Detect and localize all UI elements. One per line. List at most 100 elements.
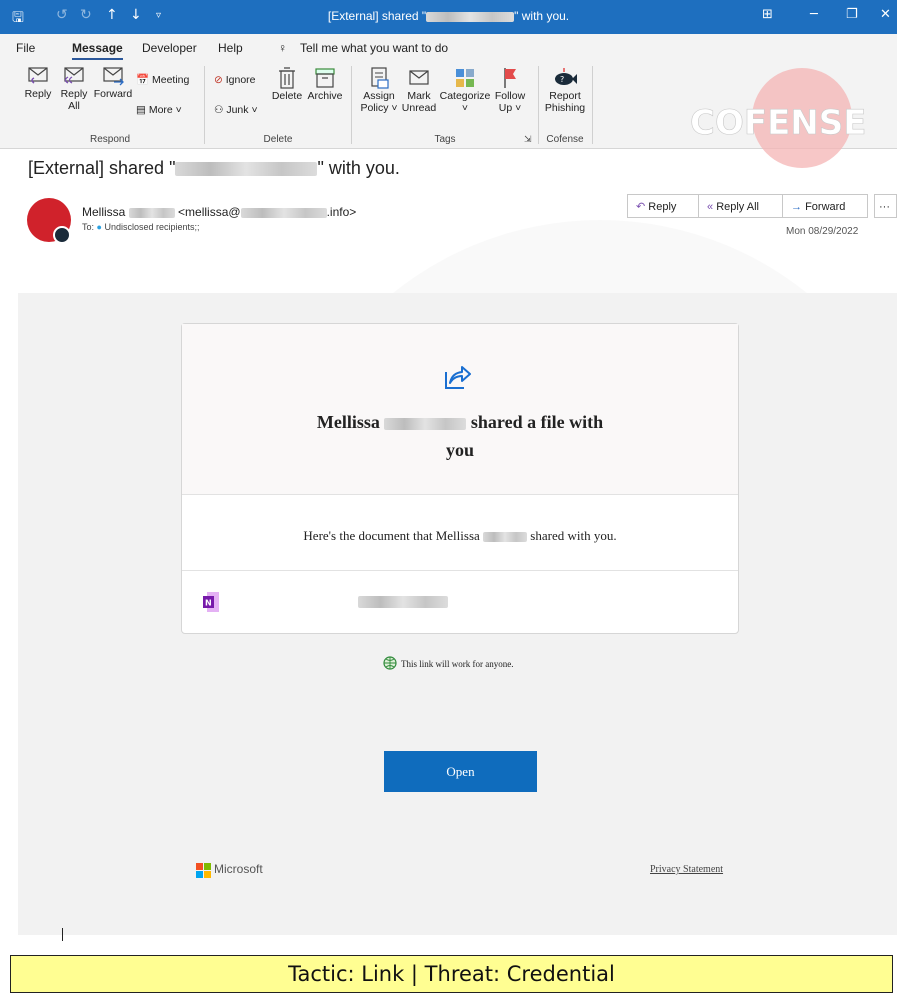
cofense-logo-text: COFENSE: [690, 103, 866, 143]
menu-bar: File Message Developer Help ♀ Tell me wh…: [0, 34, 897, 60]
delete-button[interactable]: Delete: [270, 66, 304, 102]
dialog-launcher-icon[interactable]: ⇲: [524, 134, 532, 145]
more-actions-button[interactable]: ···: [874, 194, 897, 218]
sender-email-suffix: .info>: [326, 205, 357, 219]
ignore-button[interactable]: ⊘ Ignore: [214, 74, 256, 86]
report-phishing-label: Report Phishing: [544, 90, 586, 114]
more-actions-icon: ···: [879, 201, 890, 213]
forward-label: Forward: [93, 88, 133, 100]
assign-policy-button[interactable]: Assign Policy ˅: [358, 66, 400, 114]
forward-action-button[interactable]: → Forward: [782, 194, 868, 218]
cofense-logo-mark: COFENSE: [690, 68, 867, 168]
forward-button[interactable]: Forward: [92, 66, 134, 100]
reply-button[interactable]: Reply: [20, 66, 56, 100]
categorize-label: Categorize ˅: [439, 90, 491, 114]
reply-arrow-icon: ↶: [636, 201, 646, 213]
redacted-block: [483, 532, 528, 543]
heading-line2: you: [445, 440, 474, 460]
reply-all-icon: [64, 67, 84, 84]
window-title-prefix: [External] shared ": [327, 9, 427, 23]
subject-prefix: [External] shared ": [28, 158, 176, 178]
envelope-icon: [409, 70, 429, 85]
recipient-dot-icon: ●: [96, 222, 102, 232]
trash-icon: [279, 67, 295, 89]
report-phishing-button[interactable]: ? Report Phishing: [542, 66, 588, 114]
reply-all-button[interactable]: Reply All: [56, 66, 92, 112]
archive-icon: [315, 68, 335, 88]
reply-all-label: Reply All: [60, 88, 88, 112]
redacted-block: [384, 417, 467, 430]
forward-action-label: Forward: [805, 201, 846, 213]
recipients-value: Undisclosed recipients;;: [104, 222, 200, 232]
ribbon-separator: [204, 66, 205, 144]
mark-unread-button[interactable]: Mark Unread: [400, 66, 438, 114]
more-icon: ▤: [136, 104, 146, 116]
policy-icon: [371, 67, 389, 89]
sender-line[interactable]: Mellissa <mellissa@ .info>: [82, 205, 356, 219]
cofense-group-label: Cofense: [546, 134, 584, 145]
heading-rest: shared a file with: [470, 412, 604, 432]
reply-all-action-button[interactable]: « Reply All: [698, 194, 783, 218]
calendar-icon: 📅: [136, 74, 150, 86]
microsoft-brand: Microsoft: [214, 862, 263, 876]
svg-text:?: ?: [560, 75, 564, 84]
reply-all-arrow-icon: «: [707, 201, 714, 213]
to-label: To:: [82, 222, 95, 232]
ignore-icon: ⊘: [214, 74, 223, 86]
junk-button[interactable]: ⚇ Junk ˅: [214, 104, 258, 116]
sender-name: Mellissa: [82, 205, 126, 219]
meeting-label: Meeting: [152, 74, 190, 86]
restore-icon[interactable]: ❐: [846, 7, 858, 22]
more-label: More ˅: [148, 104, 182, 116]
archive-button[interactable]: Archive: [305, 66, 345, 102]
minimize-icon[interactable]: ─: [810, 7, 818, 22]
tab-developer[interactable]: Developer: [142, 41, 197, 55]
heading-sender: Mellissa: [316, 412, 380, 432]
tab-message[interactable]: Message: [72, 41, 123, 60]
microsoft-logo-icon: [196, 863, 211, 878]
threat-banner: Tactic: Link | Threat: Credential: [10, 955, 893, 993]
globe-icon: [383, 656, 397, 670]
tab-help[interactable]: Help: [218, 41, 243, 55]
reply-action-button[interactable]: ↶ Reply: [627, 194, 699, 218]
link-note-text: This link will work for anyone.: [401, 659, 514, 669]
share-card: Mellissa shared a file with you Here's t…: [181, 323, 739, 634]
follow-up-label: Follow Up ˅: [494, 90, 526, 114]
reply-all-action-label: Reply All: [716, 201, 759, 213]
cofense-logo: COFENSE: [684, 68, 874, 168]
open-button[interactable]: Open: [384, 751, 537, 792]
redacted-block: [128, 207, 175, 218]
delete-group-label: Delete: [263, 134, 293, 145]
onenote-file-icon[interactable]: N: [202, 591, 220, 613]
title-bar: 🖫 ↺ ↻ ↑ ↓ ▿ [External] shared " " with yo…: [0, 0, 897, 34]
archive-label: Archive: [307, 90, 343, 102]
card-message: Here's the document that Mellissa shared…: [182, 528, 738, 544]
received-date: Mon 08/29/2022: [786, 226, 859, 237]
sender-email-prefix: <mellissa@: [178, 205, 241, 219]
tags-group-label: Tags: [434, 134, 456, 145]
card-divider: [182, 494, 738, 495]
presence-status-icon: [53, 226, 71, 244]
ribbon-separator: [351, 66, 352, 144]
lightbulb-icon: ♀: [278, 41, 287, 55]
more-respond-button[interactable]: ▤ More ˅: [136, 104, 182, 116]
ignore-label: Ignore: [225, 74, 256, 86]
redacted-block: [426, 11, 515, 22]
redacted-block: [240, 207, 327, 218]
file-name[interactable]: [358, 596, 448, 608]
tell-me-search[interactable]: Tell me what you want to do: [300, 41, 448, 55]
privacy-statement-link[interactable]: Privacy Statement: [650, 864, 723, 875]
delete-label: Delete: [271, 90, 303, 102]
ribbon-display-icon[interactable]: ⊞: [762, 7, 773, 22]
close-icon[interactable]: ✕: [880, 7, 891, 22]
message-suffix: shared with you.: [530, 528, 617, 543]
reply-action-label: Reply: [648, 201, 677, 213]
categorize-button[interactable]: Categorize ˅: [438, 66, 492, 114]
tab-file[interactable]: File: [16, 41, 35, 55]
flag-icon: [504, 68, 516, 88]
recipients-line: To: ● Undisclosed recipients;;: [82, 222, 200, 232]
follow-up-button[interactable]: Follow Up ˅: [492, 66, 528, 114]
fish-hook-icon: ?: [555, 68, 577, 85]
ribbon-separator: [592, 66, 593, 144]
meeting-button[interactable]: 📅 Meeting: [136, 74, 189, 86]
